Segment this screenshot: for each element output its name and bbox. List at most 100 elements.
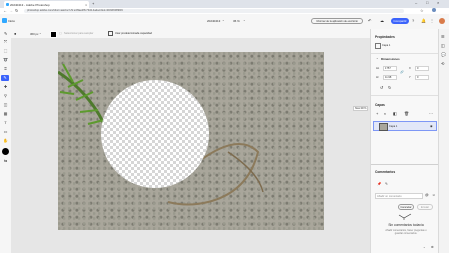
move-tool-icon[interactable]: ⤧: [3, 40, 8, 45]
rotate-left-icon[interactable]: ↺: [380, 85, 383, 90]
doc-name[interactable]: 20240413: [207, 19, 220, 23]
layer-thumbnail: [379, 123, 388, 131]
dimensions-title: Dimensiones: [381, 57, 400, 61]
bookmark-star-icon[interactable]: ☆: [420, 8, 424, 13]
chevron-down-icon[interactable]: ⌄: [222, 18, 225, 22]
empty-comments-title: Sin comentarios todavía: [388, 223, 424, 227]
foreground-color-chip[interactable]: [2, 148, 9, 155]
reload-icon[interactable]: ↻: [15, 8, 18, 13]
home-label[interactable]: Inicio: [8, 19, 15, 23]
mask-icon[interactable]: ◧: [393, 111, 397, 116]
layer-row[interactable]: Capa 1 ◉: [373, 121, 437, 131]
profile-icon[interactable]: [432, 8, 436, 12]
brush-preview-icon[interactable]: ●: [14, 31, 16, 36]
right-panel: Propiedades Capa 1 ⌄ Dimensiones An 1757…: [370, 29, 439, 253]
swap-colors-icon[interactable]: ⇆: [3, 159, 8, 164]
filter-icon[interactable]: ⌄: [423, 245, 426, 249]
comment-input[interactable]: Añadir un comentario: [375, 193, 423, 199]
adjustment-layer-icon[interactable]: ◐: [384, 111, 386, 116]
lasso-tool-icon[interactable]: ➰: [3, 58, 8, 63]
cancel-button[interactable]: Cancelar: [398, 204, 414, 210]
pen-icon[interactable]: ✎: [385, 182, 388, 186]
comments-panel-icon[interactable]: 💬: [441, 52, 446, 57]
layers-title: Capas: [375, 103, 385, 107]
maximize-icon[interactable]: □: [426, 0, 428, 5]
type-tool-icon[interactable]: T: [3, 121, 8, 126]
brush-size-chevron-icon[interactable]: ⌄: [39, 31, 42, 35]
app-header: Inicio 20240413 ⌄ 36 % ⌄ Informar de la …: [0, 14, 449, 30]
mention-icon[interactable]: @: [425, 193, 429, 197]
sample-label: Seleccionar para sampler: [64, 32, 94, 35]
close-tab-icon[interactable]: ×: [85, 3, 87, 7]
help-icon[interactable]: ?: [412, 18, 414, 23]
empty-comments-text: Añadir comentarios, hacer preguntas o gu…: [385, 229, 427, 235]
width-label: An: [376, 67, 380, 70]
zoom-level[interactable]: 36 %: [233, 19, 240, 23]
crop-tool-icon[interactable]: ⌗: [3, 67, 8, 72]
emoji-icon[interactable]: ☺: [432, 193, 436, 197]
properties-layer-label: Capa 1: [382, 44, 391, 47]
sample-toggle-icon[interactable]: ▢: [59, 31, 62, 35]
pin-icon[interactable]: 📌: [377, 182, 381, 186]
preserve-checkbox[interactable]: [108, 31, 113, 36]
delete-layer-icon[interactable]: 🗑: [404, 111, 409, 116]
panel-divider: [371, 95, 439, 96]
panel-divider: [371, 53, 439, 54]
feedback-button[interactable]: Informar de la aplicación de escritorio: [311, 18, 363, 24]
empty-comments-illustration: [398, 213, 412, 220]
undo-icon[interactable]: ↶: [368, 18, 371, 23]
y-field[interactable]: 0: [415, 75, 429, 80]
new-tab-icon[interactable]: +: [92, 1, 94, 6]
zoom-chevron-icon[interactable]: ⌄: [243, 18, 246, 22]
tab-title: 20240413 - Adobe Photoshop: [10, 2, 50, 7]
settings-icon[interactable]: ⚙: [431, 245, 434, 249]
rotate-right-icon[interactable]: ↻: [388, 85, 391, 90]
height-label: Al: [376, 76, 379, 79]
collapse-chevron-icon[interactable]: ⌄: [376, 56, 379, 60]
properties-panel-icon[interactable]: ☰: [441, 34, 445, 39]
panel-divider: [371, 164, 439, 165]
gradient-tool-icon[interactable]: ▦: [3, 112, 8, 117]
history-panel-icon[interactable]: ⟲: [441, 61, 444, 66]
clone-stamp-icon[interactable]: ⚲: [3, 94, 8, 99]
marquee-tool-icon[interactable]: ⬚: [3, 49, 8, 54]
adobe-logo-icon[interactable]: [2, 18, 7, 23]
link-icon[interactable]: 🔗: [400, 70, 404, 74]
x-label: X: [409, 67, 411, 70]
healing-tool-icon[interactable]: ✚: [3, 85, 8, 90]
visibility-eye-icon[interactable]: ◉: [430, 124, 433, 128]
browser-tab[interactable]: 20240413 - Adobe Photoshop ×: [4, 1, 89, 8]
layers-panel-icon[interactable]: ◫: [441, 43, 445, 48]
photoshop-tab-icon: [6, 3, 9, 6]
add-layer-icon[interactable]: +: [376, 111, 378, 116]
more-options-icon[interactable]: ⋯: [429, 111, 433, 116]
erased-circle-transparency: [101, 80, 209, 188]
properties-title: Propiedades: [375, 35, 395, 39]
layer-name: Capa 1: [389, 125, 398, 128]
apps-grid-icon[interactable]: ⋮: [430, 18, 434, 23]
foreground-color-swatch[interactable]: [50, 31, 57, 38]
brush-size-value[interactable]: 360 px: [30, 32, 38, 36]
brush-tool-active-icon[interactable]: ✎: [1, 75, 9, 81]
shape-tool-icon[interactable]: ▭: [3, 130, 8, 135]
share-button[interactable]: Compartir: [391, 18, 409, 24]
hand-tool-icon[interactable]: ✋: [3, 139, 8, 144]
notifications-icon[interactable]: 🔔: [421, 18, 426, 23]
minimize-icon[interactable]: –: [415, 0, 417, 5]
close-window-icon[interactable]: ×: [437, 0, 439, 5]
right-icon-strip: ☰ ◫ 💬 ⟲: [438, 29, 449, 253]
y-label: Y: [409, 76, 411, 79]
layer-thumbnail-icon: [375, 43, 381, 49]
forward-icon[interactable]: →: [9, 8, 13, 13]
height-field[interactable]: 11.98: [383, 75, 397, 80]
browser-tab-bar: 20240413 - Adobe Photoshop × + – □ ×: [0, 0, 449, 8]
url-field[interactable]: photoshop.adobe.com/id/urn:aaid:sc:US:e4…: [24, 9, 404, 13]
back-icon[interactable]: ←: [3, 8, 7, 13]
eraser-tool-icon[interactable]: ◫: [3, 103, 8, 108]
x-field[interactable]: 0: [415, 66, 429, 71]
user-avatar[interactable]: [439, 18, 445, 24]
brush-tool-icon[interactable]: ✎: [4, 31, 7, 36]
send-button[interactable]: Enviar: [417, 204, 433, 210]
width-field[interactable]: 1757: [383, 66, 397, 71]
cloud-icon[interactable]: ☁: [380, 18, 384, 23]
